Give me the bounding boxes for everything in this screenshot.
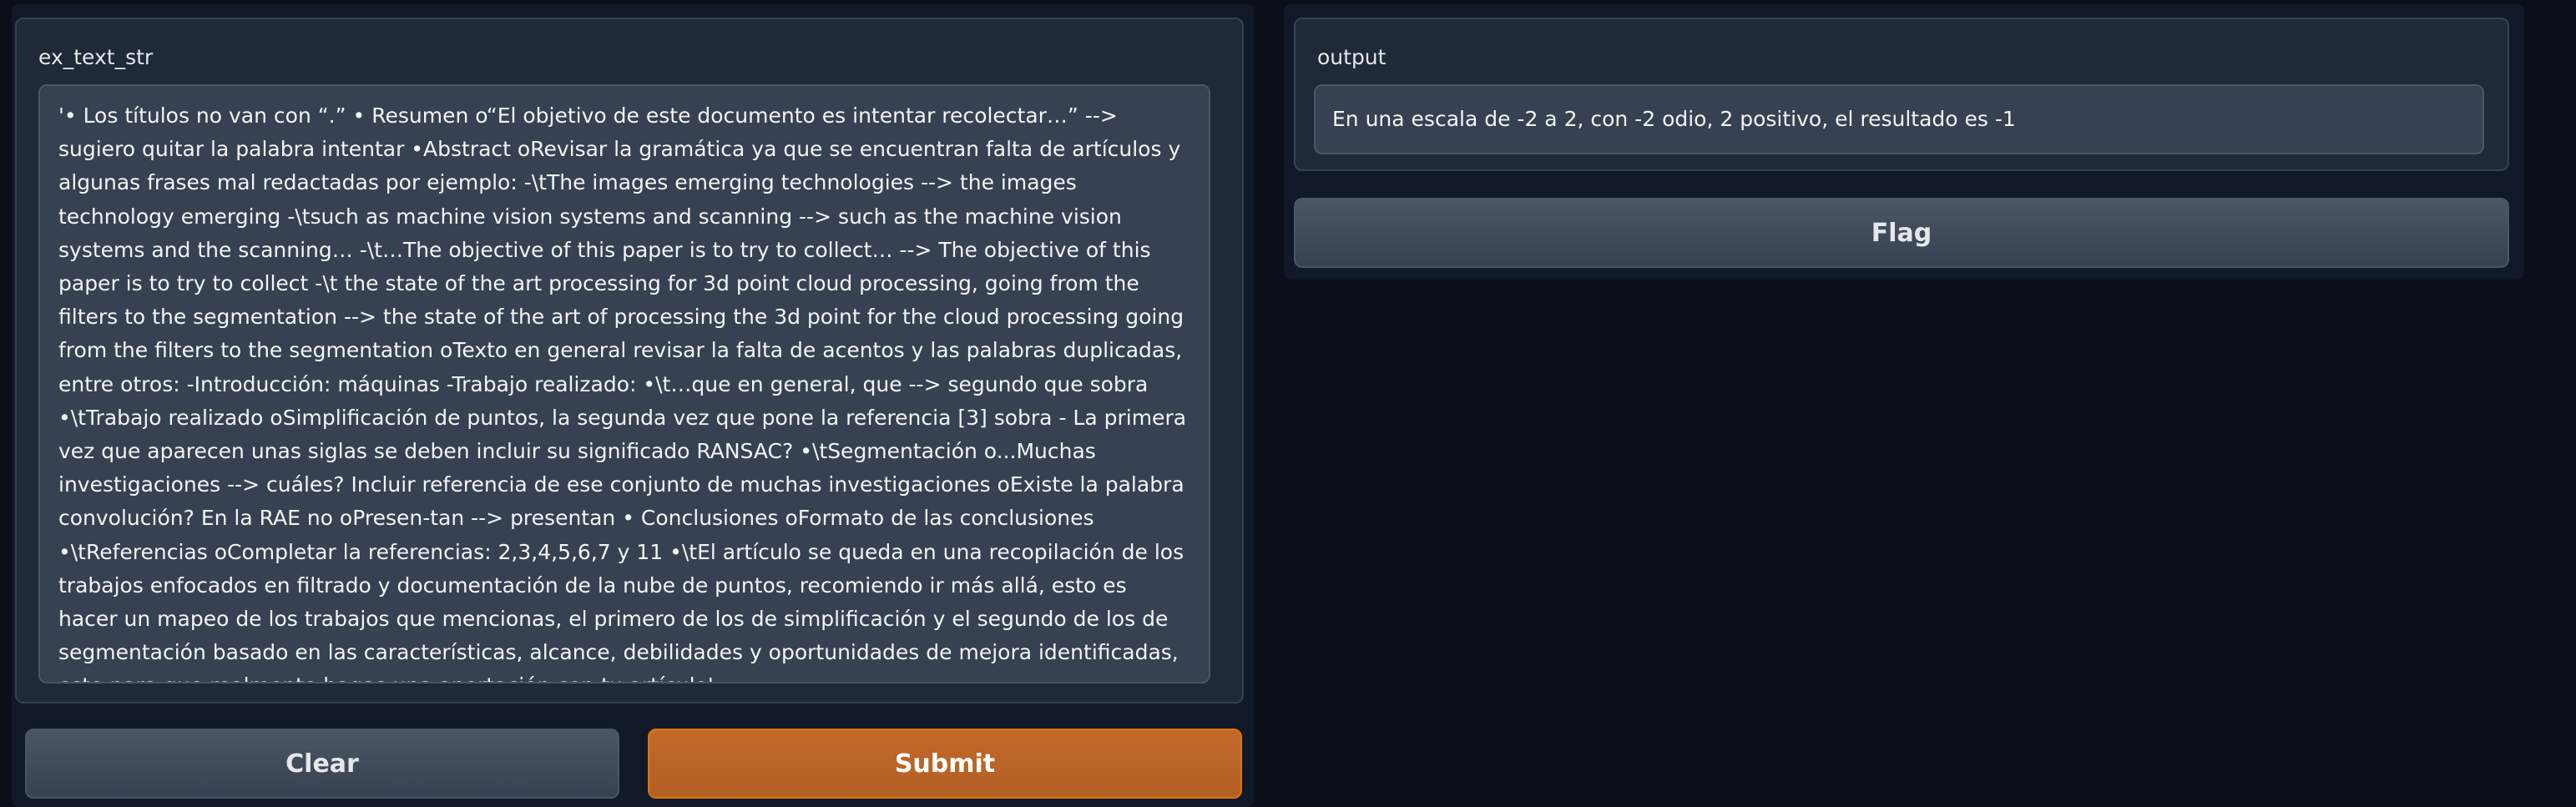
output-column: output En una escala de -2 a 2, con -2 o… [1284,4,2524,280]
clear-button[interactable]: Clear [25,729,619,799]
ex-text-str-textarea[interactable]: '• Los títulos no van con “.” • Resumen … [38,84,1210,683]
input-column: ex_text_str '• Los títulos no van con “.… [12,4,1254,807]
flag-button[interactable]: Flag [1294,198,2509,268]
submit-button[interactable]: Submit [648,729,1242,799]
output-textbox[interactable]: En una escala de -2 a 2, con -2 odio, 2 … [1314,84,2484,154]
output-block: output En una escala de -2 a 2, con -2 o… [1294,18,2509,171]
input-block: ex_text_str '• Los títulos no van con “.… [15,18,1244,704]
input-label: ex_text_str [38,45,154,69]
output-label: output [1317,45,1386,69]
